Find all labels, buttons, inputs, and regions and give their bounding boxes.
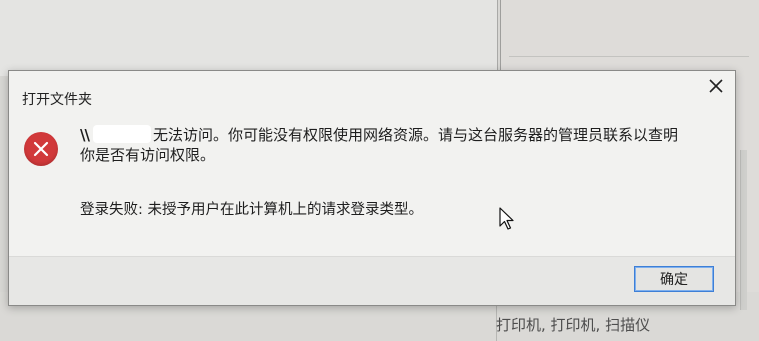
error-message-line1: \\ 无法访问。你可能没有权限使用网络资源。请与这台服务器的管理员联系以查明 [80,125,720,145]
error-icon [24,132,58,166]
background-window-left [0,0,498,76]
dialog-title: 打开文件夹 [22,92,92,108]
error-detail: 登录失败: 未授予用户在此计算机上的请求登录类型。 [80,202,423,218]
message-text-line2: 你是否有访问权限。 [80,146,216,164]
mouse-cursor-icon [499,207,514,230]
message-text-line1: 无法访问。你可能没有权限使用网络资源。请与这台服务器的管理员联系以查明 [152,126,678,144]
close-button[interactable] [701,73,731,99]
dialog-footer: 确定 [9,256,735,305]
dialog-content: \\ 无法访问。你可能没有权限使用网络资源。请与这台服务器的管理员联系以查明 你是… [9,115,735,253]
error-dialog: 打开文件夹 \\ 无法访问。你可能没有权限使用网络资源。请与这台服务器的管理员联系… [8,70,736,306]
close-icon [709,79,723,93]
background-device-list-item[interactable]: 打印机, 打印机, 扫描仪 [496,314,650,335]
redacted-path [92,125,151,143]
background-scrollbar[interactable] [740,150,747,310]
ok-button[interactable]: 确定 [634,266,714,292]
error-message: \\ 无法访问。你可能没有权限使用网络资源。请与这台服务器的管理员联系以查明 你是… [80,125,720,165]
divider [509,56,749,57]
dialog-titlebar[interactable]: 打开文件夹 [9,71,735,115]
network-path-prefix: \\ [80,126,90,144]
